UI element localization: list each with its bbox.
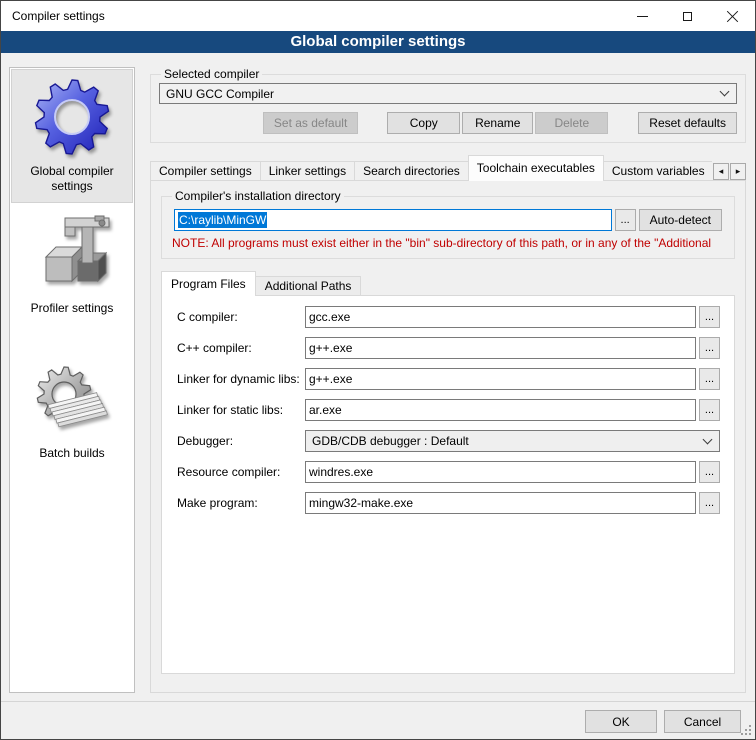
subtabstrip: Program Files Additional Paths xyxy=(161,271,735,296)
debugger-row: Debugger: GDB/CDB debugger : Default xyxy=(177,430,720,452)
sidebar-item-label: Global compiler settings xyxy=(16,164,128,194)
resource-compiler-row: Resource compiler: windres.exe ... xyxy=(177,461,720,483)
dialog-body: Global compiler settings xyxy=(1,53,755,701)
debugger-label: Debugger: xyxy=(177,434,305,448)
tab-compiler-settings[interactable]: Compiler settings xyxy=(150,161,261,181)
tab-scroll-right-button[interactable]: ▸ xyxy=(730,163,746,180)
selected-compiler-group: Selected compiler GNU GCC Compiler Set a… xyxy=(150,67,746,143)
reset-defaults-button[interactable]: Reset defaults xyxy=(638,112,737,134)
dialog-footer: OK Cancel xyxy=(1,701,755,740)
close-button[interactable] xyxy=(710,1,755,31)
resource-compiler-label: Resource compiler: xyxy=(177,465,305,479)
cpp-compiler-row: C++ compiler: g++.exe ... xyxy=(177,337,720,359)
resource-compiler-browse-button[interactable]: ... xyxy=(699,461,720,483)
tab-linker-settings[interactable]: Linker settings xyxy=(260,161,355,181)
make-program-label: Make program: xyxy=(177,496,305,510)
main-panel: Selected compiler GNU GCC Compiler Set a… xyxy=(150,67,746,693)
sidebar-item-label: Batch builds xyxy=(39,446,104,461)
cpp-compiler-browse-button[interactable]: ... xyxy=(699,337,720,359)
chevron-down-icon xyxy=(703,434,713,444)
static-linker-browse-button[interactable]: ... xyxy=(699,399,720,421)
installation-directory-value: C:\raylib\MinGW xyxy=(178,212,267,228)
dynamic-linker-input[interactable]: g++.exe xyxy=(305,368,696,390)
maximize-button[interactable] xyxy=(665,1,710,31)
global-compiler-settings-gear-icon xyxy=(31,76,113,158)
ok-button[interactable]: OK xyxy=(585,710,657,733)
tab-scroll-left-button[interactable]: ◂ xyxy=(713,163,729,180)
delete-button: Delete xyxy=(535,112,608,134)
chevron-down-icon xyxy=(720,87,730,97)
maximize-icon xyxy=(683,12,692,21)
minimize-icon xyxy=(637,16,648,17)
scroll-left-icon: ◂ xyxy=(719,167,724,177)
resource-compiler-input[interactable]: windres.exe xyxy=(305,461,696,483)
sidebar: Global compiler settings xyxy=(9,67,135,693)
sidebar-item-label: Profiler settings xyxy=(31,301,114,316)
debugger-select[interactable]: GDB/CDB debugger : Default xyxy=(305,430,720,452)
installation-directory-group-label: Compiler's installation directory xyxy=(172,189,344,203)
installation-directory-group: Compiler's installation directory C:\ray… xyxy=(161,189,735,259)
compiler-buttons-row: Set as default Copy Rename Delete Reset … xyxy=(159,112,737,134)
dynamic-linker-browse-button[interactable]: ... xyxy=(699,368,720,390)
page-title: Global compiler settings xyxy=(1,31,755,53)
close-icon xyxy=(726,10,739,23)
c-compiler-input[interactable]: gcc.exe xyxy=(305,306,696,328)
subtab-additional-paths[interactable]: Additional Paths xyxy=(255,276,362,296)
cpp-compiler-input[interactable]: g++.exe xyxy=(305,337,696,359)
copy-button[interactable]: Copy xyxy=(387,112,460,134)
batch-builds-gear-icon xyxy=(32,364,112,440)
dynamic-linker-row: Linker for dynamic libs: g++.exe ... xyxy=(177,368,720,390)
installation-directory-browse-button[interactable]: ... xyxy=(615,209,636,231)
compiler-select-value: GNU GCC Compiler xyxy=(166,87,715,101)
tabstrip: Compiler settings Linker settings Search… xyxy=(150,155,746,181)
compiler-select[interactable]: GNU GCC Compiler xyxy=(159,83,737,104)
minimize-button[interactable] xyxy=(620,1,665,31)
sidebar-item-batch-builds[interactable]: Batch builds xyxy=(11,358,133,469)
static-linker-input[interactable]: ar.exe xyxy=(305,399,696,421)
bin-subdirectory-note: NOTE: All programs must exist either in … xyxy=(172,236,724,250)
sidebar-item-global-compiler-settings[interactable]: Global compiler settings xyxy=(11,69,133,203)
c-compiler-browse-button[interactable]: ... xyxy=(699,306,720,328)
tab-search-directories[interactable]: Search directories xyxy=(354,161,469,181)
window-title: Compiler settings xyxy=(1,9,620,23)
debugger-select-value: GDB/CDB debugger : Default xyxy=(312,434,698,448)
tabs-viewport: Compiler settings Linker settings Search… xyxy=(150,155,712,181)
dynamic-linker-label: Linker for dynamic libs: xyxy=(177,372,305,386)
tab-custom-variables[interactable]: Custom variables xyxy=(603,161,712,181)
rename-button[interactable]: Rename xyxy=(462,112,533,134)
tab-toolchain-executables[interactable]: Toolchain executables xyxy=(468,155,604,181)
auto-detect-button[interactable]: Auto-detect xyxy=(639,209,722,231)
cpp-compiler-label: C++ compiler: xyxy=(177,341,305,355)
scroll-right-icon: ▸ xyxy=(736,167,741,177)
set-as-default-button: Set as default xyxy=(263,112,358,134)
program-files-page: C compiler: gcc.exe ... C++ compiler: g+… xyxy=(161,295,735,674)
cancel-button[interactable]: Cancel xyxy=(664,710,741,733)
titlebar: Compiler settings xyxy=(1,1,755,31)
selected-compiler-group-label: Selected compiler xyxy=(161,67,262,81)
toolchain-executables-page: Compiler's installation directory C:\ray… xyxy=(150,180,746,693)
make-program-browse-button[interactable]: ... xyxy=(699,492,720,514)
static-linker-label: Linker for static libs: xyxy=(177,403,305,417)
compiler-settings-dialog: Compiler settings Global compiler settin… xyxy=(0,0,756,740)
make-program-input[interactable]: mingw32-make.exe xyxy=(305,492,696,514)
c-compiler-row: C compiler: gcc.exe ... xyxy=(177,306,720,328)
make-program-row: Make program: mingw32-make.exe ... xyxy=(177,492,720,514)
c-compiler-label: C compiler: xyxy=(177,310,305,324)
subtab-program-files[interactable]: Program Files xyxy=(161,271,256,296)
sidebar-item-profiler-settings[interactable]: Profiler settings xyxy=(11,209,133,324)
installation-directory-input[interactable]: C:\raylib\MinGW xyxy=(174,209,612,231)
installation-directory-row: C:\raylib\MinGW ... Auto-detect xyxy=(174,209,722,231)
resize-grip[interactable] xyxy=(749,733,751,735)
static-linker-row: Linker for static libs: ar.exe ... xyxy=(177,399,720,421)
profiler-settings-caliper-icon xyxy=(32,215,112,295)
